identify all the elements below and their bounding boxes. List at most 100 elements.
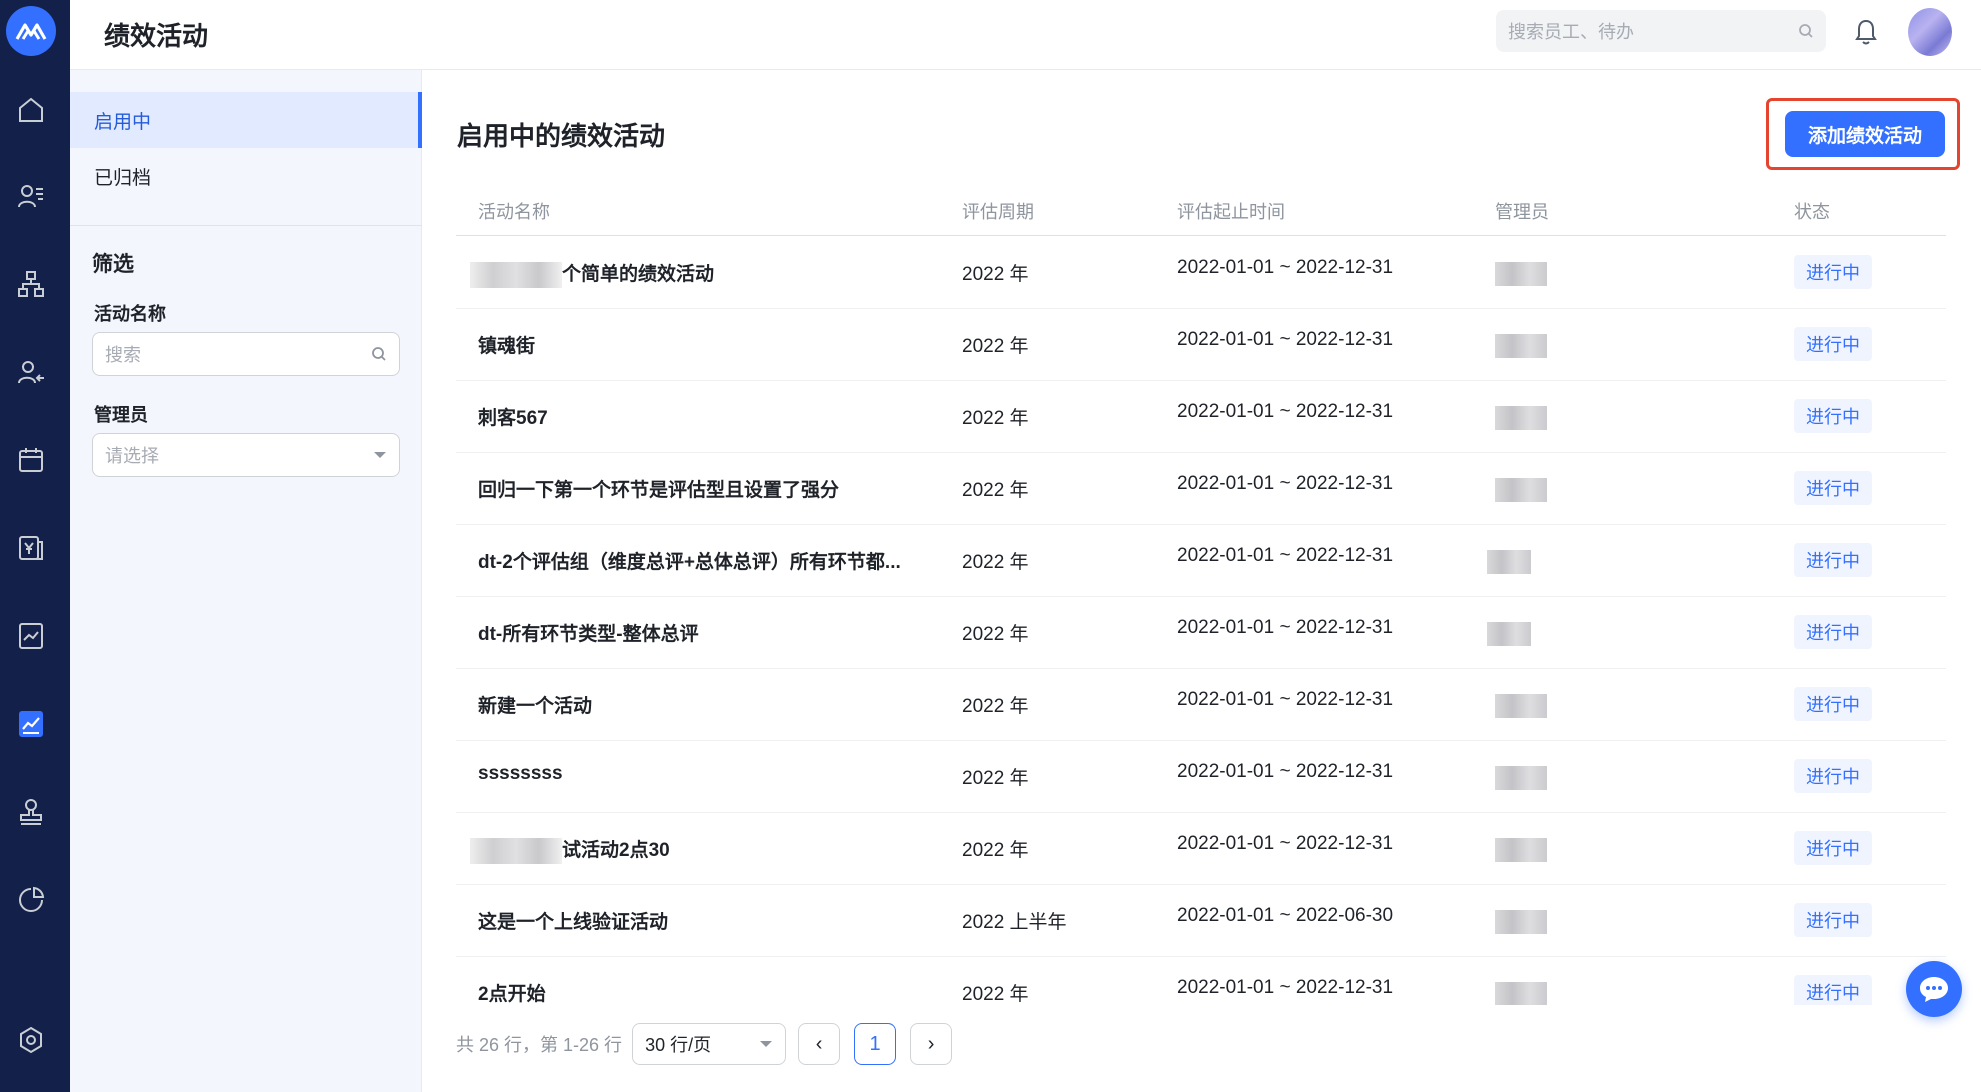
sidebar-item-active[interactable]: 启用中 — [70, 92, 422, 148]
activity-name-text: 回归一下第一个环节是评估型且设置了强分 — [478, 480, 840, 501]
activity-name[interactable]: 回归一下第一个环节是评估型且设置了强分 — [478, 475, 839, 502]
evaluation-date-range: 2022-01-01 ~ 2022-12-31 — [1177, 833, 1394, 854]
evaluation-period: 2022 年 — [962, 696, 1029, 717]
top-bar: 绩效活动 搜索员工、待办 — [70, 0, 1981, 70]
add-button-highlight: 添加绩效活动 — [1766, 98, 1960, 170]
status-badge: 进行中 — [1794, 399, 1872, 433]
admin-avatar-redacted — [1487, 622, 1531, 646]
page-title: 绩效活动 — [104, 21, 209, 51]
calendar-icon[interactable] — [13, 442, 49, 478]
settings-icon[interactable] — [13, 1022, 49, 1058]
next-page-button[interactable]: › — [910, 1023, 953, 1065]
admin-avatar-redacted — [1495, 838, 1547, 862]
employee-list-icon[interactable] — [13, 178, 49, 214]
user-transfer-icon[interactable] — [13, 354, 49, 390]
page-number-button[interactable]: 1 — [854, 1023, 897, 1065]
activity-name[interactable]: 刺客567 — [478, 403, 548, 430]
table-row[interactable]: 回归一下第一个环节是评估型且设置了强分 2022 年 2022-01-01 ~ 20… — [456, 453, 1946, 525]
user-avatar[interactable] — [1908, 8, 1952, 56]
sidebar-item-label: 已归档 — [94, 167, 152, 189]
activity-name[interactable]: ssssssss — [478, 763, 563, 785]
add-activity-button[interactable]: 添加绩效活动 — [1785, 111, 1945, 157]
table-row[interactable]: 2点开始 2022 年 2022-01-01 ~ 2022-12-31 进行中 — [456, 957, 1946, 1005]
main-content: 启用中的绩效活动 添加绩效活动 活动名称 评估周期 评估起止时间 管理员 状态 … — [422, 70, 1981, 1092]
activity-name[interactable]: 镇魂街 — [478, 331, 535, 358]
performance-icon[interactable] — [13, 706, 49, 742]
activity-name[interactable]: dt-2个评估组（维度总评+总体总评）所有环节都... — [478, 547, 901, 574]
status-badge: 进行中 — [1794, 687, 1872, 721]
activity-name[interactable]: 个简单的绩效活动 — [470, 259, 714, 288]
evaluation-period: 2022 年 — [962, 264, 1029, 285]
status-badge: 进行中 — [1794, 543, 1872, 577]
admin-avatar-redacted — [1487, 550, 1531, 574]
column-header: 活动名称 — [478, 202, 550, 222]
evaluation-period: 2022 上半年 — [962, 912, 1067, 933]
filter-title: 筛选 — [92, 253, 134, 276]
activity-name-text: dt-所有环节类型-整体总评 — [478, 624, 699, 645]
evaluation-period: 2022 年 — [962, 840, 1029, 861]
admin-label: 管理员 — [94, 405, 148, 425]
admin-avatar-redacted — [1495, 982, 1547, 1005]
admin-avatar-redacted — [1495, 766, 1547, 790]
pagination: 共 26 行，第 1-26 行 30 行/页 ‹ 1 › — [456, 1022, 966, 1066]
admin-avatar-redacted — [1495, 334, 1547, 358]
sidebar-item-archived[interactable]: 已归档 — [70, 148, 422, 204]
search-icon — [1799, 24, 1813, 38]
evaluation-date-range: 2022-01-01 ~ 2022-12-31 — [1177, 401, 1394, 422]
activity-name[interactable]: dt-所有环节类型-整体总评 — [478, 619, 699, 646]
admin-avatar-redacted — [1495, 694, 1547, 718]
column-header: 管理员 — [1495, 202, 1549, 222]
activity-name[interactable]: 2点开始 — [478, 979, 546, 1005]
chat-support-button[interactable] — [1906, 961, 1962, 1017]
evaluation-date-range: 2022-01-01 ~ 2022-12-31 — [1177, 545, 1394, 566]
salary-icon[interactable] — [13, 530, 49, 566]
report-icon[interactable] — [13, 618, 49, 654]
activity-name-text: 个简单的绩效活动 — [562, 264, 715, 285]
activity-name-text: 刺客567 — [478, 408, 548, 429]
notification-bell-icon[interactable] — [1850, 16, 1882, 48]
home-icon[interactable] — [13, 92, 49, 128]
table-row[interactable]: 新建一个活动 2022 年 2022-01-01 ~ 2022-12-31 进行中 — [456, 669, 1946, 741]
evaluation-date-range: 2022-01-01 ~ 2022-06-30 — [1177, 905, 1394, 926]
status-badge: 进行中 — [1794, 255, 1872, 289]
status-badge: 进行中 — [1794, 471, 1872, 505]
evaluation-date-range: 2022-01-01 ~ 2022-12-31 — [1177, 977, 1394, 998]
table-row[interactable]: 试活动2点30 2022 年 2022-01-01 ~ 2022-12-31 进行中 — [456, 813, 1946, 885]
app-logo-icon[interactable] — [6, 6, 56, 56]
activity-name-search-input[interactable]: 搜索 — [92, 332, 400, 376]
global-search-input[interactable]: 搜索员工、待办 — [1496, 10, 1826, 52]
evaluation-period: 2022 年 — [962, 984, 1029, 1005]
table-row[interactable]: 这是一个上线验证活动 2022 上半年 2022-01-01 ~ 2022-06-3… — [456, 885, 1946, 957]
section-title: 启用中的绩效活动 — [457, 121, 666, 151]
evaluation-date-range: 2022-01-01 ~ 2022-12-31 — [1177, 761, 1394, 782]
admin-select[interactable]: 请选择 — [92, 433, 400, 477]
evaluation-period: 2022 年 — [962, 768, 1029, 789]
activity-name[interactable]: 这是一个上线验证活动 — [478, 907, 668, 934]
table-row[interactable]: 个简单的绩效活动 2022 年 2022-01-01 ~ 2022-12-31 进行中 — [456, 237, 1946, 309]
evaluation-period: 2022 年 — [962, 624, 1029, 645]
table-row[interactable]: ssssssss 2022 年 2022-01-01 ~ 2022-12-31 进行中 — [456, 741, 1946, 813]
prev-page-button[interactable]: ‹ — [798, 1023, 841, 1065]
chat-bubble-icon — [1920, 977, 1948, 1002]
org-chart-icon[interactable] — [13, 266, 49, 302]
activity-name[interactable]: 新建一个活动 — [478, 691, 592, 718]
activity-name[interactable]: 试活动2点30 — [470, 835, 670, 864]
admin-avatar-redacted — [1495, 478, 1547, 502]
status-badge: 进行中 — [1794, 759, 1872, 793]
evaluation-date-range: 2022-01-01 ~ 2022-12-31 — [1177, 473, 1394, 494]
activity-name-text: ssssssss — [478, 763, 563, 784]
table-row[interactable]: dt-所有环节类型-整体总评 2022 年 2022-01-01 ~ 2022-12… — [456, 597, 1946, 669]
evaluation-date-range: 2022-01-01 ~ 2022-12-31 — [1177, 329, 1394, 350]
pie-chart-icon[interactable] — [13, 882, 49, 918]
page-size-select[interactable]: 30 行/页 — [632, 1023, 787, 1065]
status-badge: 进行中 — [1794, 327, 1872, 361]
stamp-icon[interactable] — [13, 794, 49, 830]
table-row[interactable]: 刺客567 2022 年 2022-01-01 ~ 2022-12-31 进行中 — [456, 381, 1946, 453]
column-header: 状态 — [1794, 202, 1830, 222]
table-row[interactable]: dt-2个评估组（维度总评+总体总评）所有环节都... 2022 年 2022-01… — [456, 525, 1946, 597]
activity-name-text: 镇魂街 — [478, 336, 536, 357]
status-badge: 进行中 — [1794, 615, 1872, 649]
redacted-text — [470, 837, 562, 864]
pagination-total: 共 26 行，第 1-26 行 — [456, 1035, 623, 1055]
table-row[interactable]: 镇魂街 2022 年 2022-01-01 ~ 2022-12-31 进行中 — [456, 309, 1946, 381]
